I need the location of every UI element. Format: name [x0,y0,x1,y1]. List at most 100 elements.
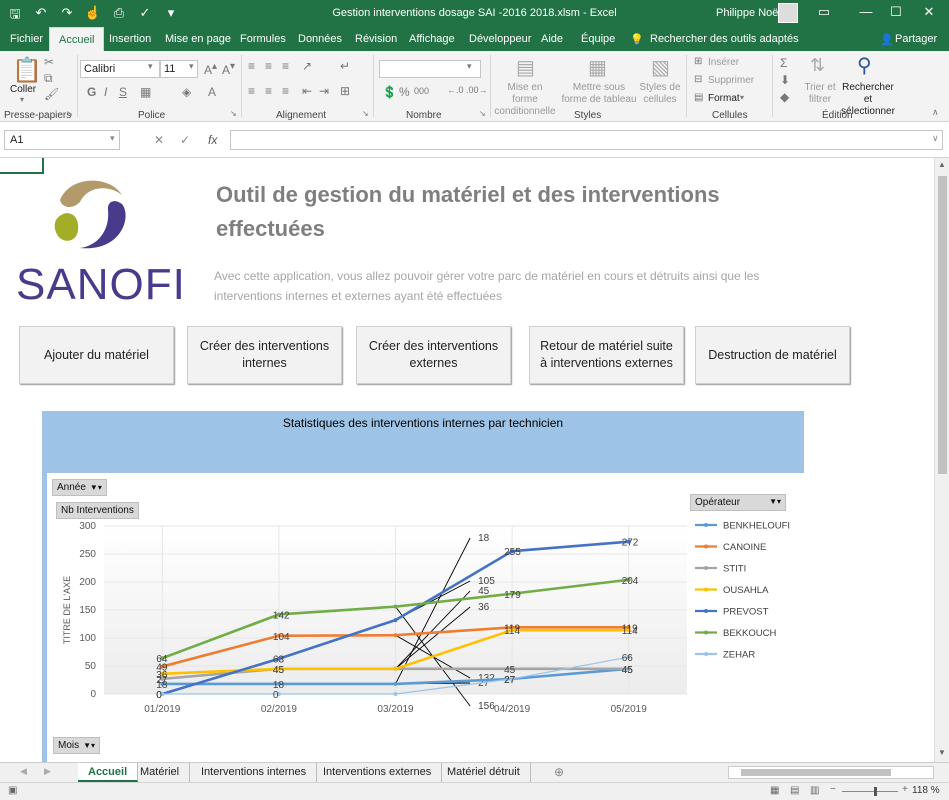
collapse-ribbon-icon[interactable]: ∧ [932,107,939,118]
normal-view-icon[interactable]: ▦ [770,785,779,796]
merge-center-icon[interactable]: ⊞ [340,84,350,98]
avatar[interactable] [778,3,798,23]
align-right-icon[interactable]: ≡ [282,84,289,98]
fill-icon[interactable]: ⬇ [780,73,790,87]
tab-fichier[interactable]: Fichier [10,33,43,45]
clear-icon[interactable]: ◆ [780,90,789,104]
page-break-view-icon[interactable]: ▥ [810,785,819,796]
tab-formules[interactable]: Formules [240,33,286,45]
tab-insertion[interactable]: Insertion [109,33,151,45]
zoom-in-icon[interactable]: + [902,784,908,795]
zoom-out-icon[interactable]: − [830,784,836,795]
tab-mise-en-page[interactable]: Mise en page [165,33,231,45]
page-layout-view-icon[interactable]: ▤ [790,785,799,796]
destroy-material-button[interactable]: Destruction de matériel [695,326,850,384]
expand-formula-icon[interactable]: ∨ [932,133,939,144]
accounting-format-icon[interactable]: 💲 [382,85,397,99]
wrap-text-icon[interactable]: ↵ [340,59,350,73]
tab-aide[interactable]: Aide [541,33,563,45]
horizontal-scrollbar[interactable] [728,766,934,779]
sheet-tab-materiel[interactable]: Matériel [130,763,191,782]
share-button[interactable]: Partager [895,33,937,45]
align-middle-icon[interactable]: ≡ [265,59,272,73]
underline-icon[interactable]: S [119,85,127,99]
paste-dropdown-icon[interactable]: ▾ [20,95,24,104]
enter-icon[interactable]: ✓ [180,133,190,147]
increase-indent-icon[interactable]: ⇥ [319,84,329,98]
cell-styles-button[interactable]: Styles de cellules [638,82,682,106]
format-cells-icon[interactable]: ▤ [694,92,703,103]
ribbon-display-icon[interactable]: ▭ [810,4,838,20]
tab-donnees[interactable]: Données [298,33,342,45]
launcher-icon[interactable]: ↘ [362,109,369,118]
borders-icon[interactable]: ▦ [140,85,151,99]
font-color-icon[interactable]: A [208,85,216,99]
align-top-icon[interactable]: ≡ [248,59,255,73]
bold-icon[interactable]: G [87,85,96,99]
selected-cell[interactable] [0,158,44,174]
fill-color-icon[interactable]: ◈ [182,85,191,99]
cancel-icon[interactable]: ✕ [154,133,164,147]
tab-affichage[interactable]: Affichage [409,33,455,45]
insert-function-icon[interactable]: fx [208,133,217,147]
sheet-tab-interventions-externes[interactable]: Interventions externes [313,763,443,782]
next-sheet-icon[interactable]: ▶ [44,766,51,777]
cut-icon[interactable]: ✂ [44,55,54,69]
find-select-icon[interactable]: ⚲ [857,53,872,78]
sheet-tab-interventions-internes[interactable]: Interventions internes [191,763,318,782]
prev-sheet-icon[interactable]: ◀ [20,766,27,777]
create-external-interventions-button[interactable]: Créer des interventions externes [356,326,511,384]
format-cells-button[interactable]: Format [708,93,740,105]
launcher-icon[interactable]: ↘ [479,109,486,118]
align-left-icon[interactable]: ≡ [248,84,255,98]
cell-styles-icon[interactable]: ▧ [651,55,670,80]
chevron-down-icon[interactable]: ▾ [110,133,115,144]
zoom-slider[interactable] [842,787,898,796]
tab-accueil[interactable]: Accueil [49,27,105,51]
scroll-up-icon[interactable]: ▲ [938,160,946,169]
sort-filter-icon[interactable]: ⇅ [810,55,825,76]
worksheet[interactable]: SANOFI Outil de gestion du matériel et d… [0,158,934,762]
insert-cells-button[interactable]: Insérer [708,57,739,69]
grow-font-icon[interactable]: A▴ [204,61,217,77]
increase-decimal-icon[interactable]: ←.0 [447,85,464,95]
percent-button[interactable]: % [399,85,410,99]
shrink-font-icon[interactable]: A▾ [222,61,235,77]
italic-icon[interactable]: I [104,85,107,99]
minimize-icon[interactable]: — [852,4,880,19]
autosum-icon[interactable]: Σ [780,56,787,70]
delete-cells-icon[interactable]: ⊟ [694,74,702,85]
insert-cells-icon[interactable]: ⊞ [694,56,702,67]
copy-icon[interactable]: ⧉ [44,71,53,86]
launcher-icon[interactable]: ↘ [230,109,237,118]
align-center-icon[interactable]: ≡ [265,84,272,98]
format-as-table-icon[interactable]: ▦ [588,55,607,80]
tab-equipe[interactable]: Équipe [581,33,615,45]
format-as-table-button[interactable]: Mettre sous forme de tableau [561,82,637,106]
tab-developpeur[interactable]: Développeur [469,33,531,45]
zoom-level[interactable]: 118 % [912,785,940,796]
add-sheet-icon[interactable]: ⊕ [554,765,564,779]
vertical-scrollbar[interactable]: ▲ ▼ [934,158,949,762]
conditional-format-button[interactable]: Mise en forme conditionnelle [494,82,556,118]
decrease-indent-icon[interactable]: ⇤ [302,84,312,98]
sheet-tab-materiel-detruit[interactable]: Matériel détruit [437,763,531,782]
paste-icon[interactable]: 📋 [12,56,42,85]
scroll-down-icon[interactable]: ▼ [938,748,946,757]
decrease-decimal-icon[interactable]: .00→ [466,85,488,95]
orientation-icon[interactable]: ↗ [302,59,312,73]
sort-filter-button[interactable]: Trier et filtrer [803,82,837,106]
maximize-icon[interactable]: ☐ [882,4,910,20]
create-internal-interventions-button[interactable]: Créer des interventions internes [187,326,342,384]
tell-me-search[interactable]: Rechercher des outils adaptés [650,33,799,45]
month-filter-button[interactable]: Mois ▼▾ [53,737,101,754]
align-bottom-icon[interactable]: ≡ [282,59,289,73]
conditional-format-icon[interactable]: ▤ [516,55,535,80]
name-box[interactable]: A1 [4,130,120,150]
user-name[interactable]: Philippe Noël [716,7,781,19]
macro-record-icon[interactable]: ▣ [8,785,17,796]
formula-input[interactable] [230,130,943,150]
close-icon[interactable]: ✕ [915,4,943,20]
scroll-thumb[interactable] [938,176,947,474]
tab-revision[interactable]: Révision [355,33,397,45]
